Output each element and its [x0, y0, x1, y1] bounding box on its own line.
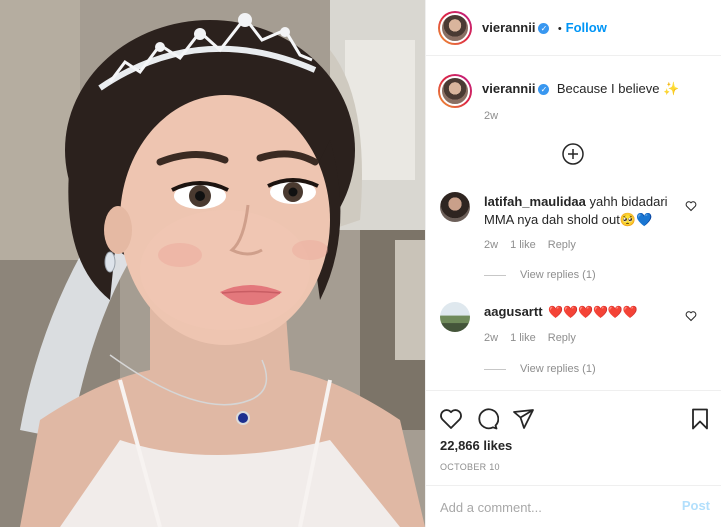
- caption: vierannii ✓ Because I believe ✨: [482, 80, 679, 98]
- reply-button[interactable]: Reply: [548, 239, 576, 251]
- post-photo[interactable]: [0, 0, 425, 527]
- comment-text: ❤️❤️❤️❤️❤️❤️: [548, 305, 638, 319]
- comment-meta: 2w 1 like Reply: [484, 332, 588, 344]
- post-comment-button[interactable]: Post: [682, 498, 710, 513]
- reply-button[interactable]: Reply: [548, 332, 576, 344]
- bookmark-icon[interactable]: [688, 407, 712, 431]
- caption-text: Because I believe ✨: [556, 81, 680, 96]
- comment-item: latifah_maulidaa yahh bidadari MMA nya d…: [484, 193, 684, 229]
- comment-meta: 2w 1 like Reply: [484, 239, 588, 251]
- selfie-illustration: [0, 0, 425, 527]
- likes-count[interactable]: 22,866 likes: [440, 438, 512, 453]
- action-bar: 22,866 likes OCTOBER 10 Post: [426, 390, 721, 527]
- view-replies-button[interactable]: View replies (1): [484, 363, 596, 375]
- view-replies-label: View replies (1): [520, 269, 596, 281]
- caption-avatar[interactable]: [438, 74, 472, 108]
- author-username[interactable]: vierannii: [482, 20, 535, 35]
- author-avatar[interactable]: [438, 11, 472, 45]
- post-sidebar: vierannii ✓ • Follow vierannii ✓ Because I …: [425, 0, 721, 527]
- author-line: vierannii ✓ • Follow: [482, 20, 607, 35]
- verified-badge-icon: ✓: [538, 84, 550, 95]
- comment-age: 2w: [484, 332, 499, 344]
- heart-outline-icon[interactable]: [685, 310, 697, 322]
- caption-age: 2w: [484, 110, 499, 122]
- verified-badge-icon: ✓: [538, 23, 550, 34]
- comment-username[interactable]: latifah_maulidaa: [484, 194, 586, 209]
- separator-bullet: •: [557, 23, 562, 35]
- instagram-post-modal: vierannii ✓ • Follow vierannii ✓ Because I …: [0, 0, 721, 527]
- heart-outline-icon[interactable]: [685, 200, 697, 212]
- post-header: vierannii ✓ • Follow: [426, 0, 721, 56]
- follow-button[interactable]: Follow: [566, 20, 607, 35]
- commenter-avatar[interactable]: [440, 302, 470, 332]
- commenter-avatar[interactable]: [440, 192, 470, 222]
- comment-age: 2w: [484, 239, 499, 251]
- caption-username[interactable]: vierannii: [482, 81, 535, 96]
- more-comments-icon[interactable]: [561, 142, 585, 166]
- comment-likes[interactable]: 1 like: [510, 332, 536, 344]
- post-date: OCTOBER 10: [440, 462, 500, 472]
- like-heart-icon[interactable]: [439, 407, 463, 431]
- view-replies-label: View replies (1): [520, 363, 596, 375]
- comment-input[interactable]: [440, 498, 670, 516]
- share-icon[interactable]: [511, 407, 535, 431]
- add-comment-bar: Post: [426, 485, 721, 527]
- comment-icon[interactable]: [475, 407, 500, 431]
- view-replies-button[interactable]: View replies (1): [484, 269, 596, 281]
- comment-likes[interactable]: 1 like: [510, 239, 536, 251]
- comment-username[interactable]: aagusartt: [484, 304, 543, 319]
- comment-item: aagusartt ❤️❤️❤️❤️❤️❤️: [484, 303, 638, 321]
